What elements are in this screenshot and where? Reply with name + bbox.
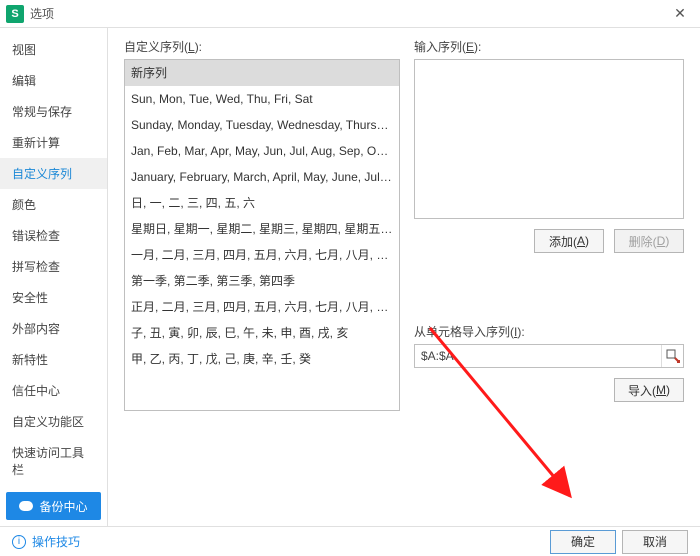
sidebar-item-custom-ribbon[interactable]: 自定义功能区 bbox=[0, 406, 107, 437]
list-item[interactable]: 子, 丑, 寅, 卯, 辰, 巳, 午, 未, 申, 酉, 戌, 亥 bbox=[125, 320, 399, 346]
cell-import-input-wrap bbox=[414, 344, 684, 368]
cancel-button[interactable]: 取消 bbox=[622, 530, 688, 554]
sidebar-item-trust-center[interactable]: 信任中心 bbox=[0, 375, 107, 406]
main-panel: 自定义序列(L): 新序列 Sun, Mon, Tue, Wed, Thu, F… bbox=[108, 28, 700, 526]
app-icon: S bbox=[6, 5, 24, 23]
range-select-icon[interactable] bbox=[661, 345, 683, 367]
sidebar-item-view[interactable]: 视图 bbox=[0, 34, 107, 65]
sidebar-item-quick-access[interactable]: 快速访问工具栏 bbox=[0, 437, 107, 485]
tips-link[interactable]: 操作技巧 bbox=[32, 533, 80, 550]
sidebar-items: 视图 编辑 常规与保存 重新计算 自定义序列 颜色 错误检查 拼写检查 安全性 … bbox=[0, 34, 107, 486]
sidebar-item-edit[interactable]: 编辑 bbox=[0, 65, 107, 96]
sidebar-item-spell-check[interactable]: 拼写检查 bbox=[0, 251, 107, 282]
sidebar-item-color[interactable]: 颜色 bbox=[0, 189, 107, 220]
list-item[interactable]: Sunday, Monday, Tuesday, Wednesday, Thur… bbox=[125, 112, 399, 138]
titlebar: S 选项 ✕ bbox=[0, 0, 700, 28]
cell-import-label: 从单元格导入序列(I): bbox=[414, 323, 684, 340]
input-seq-textarea[interactable] bbox=[414, 59, 684, 219]
custom-seq-listbox[interactable]: 新序列 Sun, Mon, Tue, Wed, Thu, Fri, Sat Su… bbox=[124, 59, 400, 411]
list-item[interactable]: 星期日, 星期一, 星期二, 星期三, 星期四, 星期五, 星期六 bbox=[125, 216, 399, 242]
sidebar: 视图 编辑 常规与保存 重新计算 自定义序列 颜色 错误检查 拼写检查 安全性 … bbox=[0, 28, 108, 526]
add-button[interactable]: 添加(A) bbox=[534, 229, 604, 253]
list-item[interactable]: 第一季, 第二季, 第三季, 第四季 bbox=[125, 268, 399, 294]
list-item[interactable]: January, February, March, April, May, Ju… bbox=[125, 164, 399, 190]
list-item[interactable]: Sun, Mon, Tue, Wed, Thu, Fri, Sat bbox=[125, 86, 399, 112]
sidebar-item-recalc[interactable]: 重新计算 bbox=[0, 127, 107, 158]
delete-button: 删除(D) bbox=[614, 229, 684, 253]
list-item[interactable]: 新序列 bbox=[125, 60, 399, 86]
tips-icon: i bbox=[12, 535, 26, 549]
list-item[interactable]: 一月, 二月, 三月, 四月, 五月, 六月, 七月, 八月, 九月, 十月, … bbox=[125, 242, 399, 268]
footer: i 操作技巧 确定 取消 bbox=[0, 526, 700, 556]
sidebar-item-external[interactable]: 外部内容 bbox=[0, 313, 107, 344]
sidebar-item-security[interactable]: 安全性 bbox=[0, 282, 107, 313]
list-item[interactable]: Jan, Feb, Mar, Apr, May, Jun, Jul, Aug, … bbox=[125, 138, 399, 164]
backup-label: 备份中心 bbox=[39, 498, 87, 515]
list-item[interactable]: 日, 一, 二, 三, 四, 五, 六 bbox=[125, 190, 399, 216]
list-item[interactable]: 甲, 乙, 丙, 丁, 戊, 己, 庚, 辛, 壬, 癸 bbox=[125, 346, 399, 372]
input-seq-label: 输入序列(E): bbox=[414, 38, 684, 55]
cell-import-input[interactable] bbox=[415, 349, 661, 363]
sidebar-item-error-check[interactable]: 错误检查 bbox=[0, 220, 107, 251]
list-item[interactable]: 正月, 二月, 三月, 四月, 五月, 六月, 七月, 八月, 九月, 十月, … bbox=[125, 294, 399, 320]
sidebar-item-custom-seq[interactable]: 自定义序列 bbox=[0, 158, 107, 189]
close-icon[interactable]: ✕ bbox=[666, 0, 694, 28]
custom-seq-label: 自定义序列(L): bbox=[124, 38, 400, 55]
sidebar-item-general-save[interactable]: 常规与保存 bbox=[0, 96, 107, 127]
ok-button[interactable]: 确定 bbox=[550, 530, 616, 554]
sidebar-item-new-features[interactable]: 新特性 bbox=[0, 344, 107, 375]
backup-center-button[interactable]: 备份中心 bbox=[6, 492, 101, 520]
cloud-icon bbox=[19, 501, 33, 511]
import-button[interactable]: 导入(M) bbox=[614, 378, 684, 402]
window-title: 选项 bbox=[30, 5, 666, 22]
